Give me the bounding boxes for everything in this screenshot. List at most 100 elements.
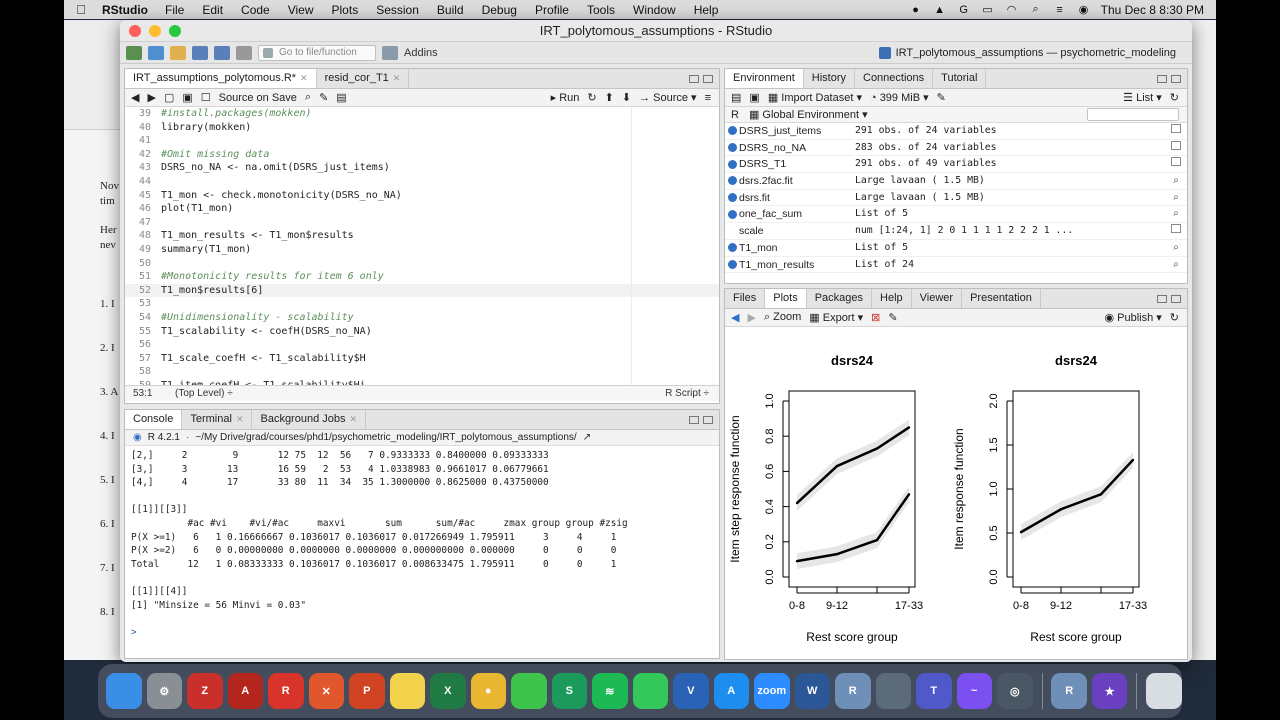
expand-icon[interactable] <box>725 223 739 239</box>
minimize-pane-icon[interactable] <box>1157 74 1167 83</box>
new-file-icon[interactable] <box>126 45 142 60</box>
refresh-icon[interactable]: ↻ <box>1170 91 1187 104</box>
drive-icon[interactable]: ▲ <box>933 4 947 16</box>
close-icon[interactable]: ✕ <box>393 73 401 83</box>
environment-row[interactable]: DSRS_just_items 291 obs. of 24 variables <box>725 123 1187 140</box>
menu-session[interactable]: Session <box>367 3 428 17</box>
project-menu[interactable]: IRT_polytomous_assumptions — psychometri… <box>878 46 1192 59</box>
environment-row[interactable]: dsrs.fit Large lavaan ( 1.5 MB) ⌕ <box>725 190 1187 207</box>
expand-icon[interactable] <box>725 206 739 222</box>
inspect-icon[interactable]: ⌕ <box>1165 190 1187 206</box>
environment-row[interactable]: DSRS_no_NA 283 obs. of 24 variables <box>725 140 1187 157</box>
code-line[interactable]: 54 #Unidimensionality - scalability <box>125 311 719 325</box>
file-type-selector[interactable]: R Script ÷ <box>665 388 719 399</box>
code-line[interactable]: 48 T1_mon_results <- T1_mon$results <box>125 229 719 243</box>
teams-icon[interactable]: T <box>916 673 952 709</box>
memory-usage[interactable]: ◔ 399 MiB ▾ <box>870 91 929 104</box>
expand-icon[interactable] <box>725 240 739 256</box>
maximize-pane-icon[interactable] <box>703 74 713 83</box>
minimize-pane-icon[interactable] <box>689 415 699 424</box>
close-icon[interactable]: ✕ <box>300 73 308 83</box>
finder-icon[interactable] <box>106 673 142 709</box>
print-icon[interactable] <box>236 45 252 60</box>
close-icon[interactable]: ✕ <box>236 414 244 424</box>
imovie-icon[interactable]: ★ <box>1091 673 1128 709</box>
save-icon[interactable] <box>192 45 208 60</box>
rdp-icon[interactable]: R <box>268 673 304 709</box>
menu-help[interactable]: Help <box>685 3 728 17</box>
environment-row[interactable]: one_fac_sum List of 5 ⌕ <box>725 206 1187 224</box>
code-line[interactable]: 44 <box>125 175 719 189</box>
compile-report-icon[interactable]: ▤ <box>336 91 346 104</box>
next-plot-icon[interactable]: ▶ <box>747 311 755 324</box>
apple-icon[interactable]:  <box>64 2 98 17</box>
code-line[interactable]: 42 #Omit missing data <box>125 148 719 162</box>
tab-viewer[interactable]: Viewer <box>912 289 963 308</box>
code-line[interactable]: 56 <box>125 338 719 352</box>
wifi-icon[interactable]: ◠ <box>1005 3 1019 16</box>
menu-build[interactable]: Build <box>428 3 473 17</box>
inspect-icon[interactable]: ⌕ <box>1165 173 1187 189</box>
code-line[interactable]: 45 T1_mon <- check.monotonicity(DSRS_no_N… <box>125 189 719 203</box>
code-line[interactable]: 59T1_item_coefH <- T1_scalability$Hi <box>125 379 719 385</box>
menu-profile[interactable]: Profile <box>526 3 578 17</box>
menu-app-name[interactable]: RStudio <box>98 3 156 17</box>
environment-row[interactable]: T1_mon_results List of 24 ⌕ <box>725 257 1187 274</box>
code-line[interactable]: 40 library(mokken) <box>125 121 719 135</box>
inspect-icon[interactable]: ⌕ <box>1165 206 1187 222</box>
inspect-icon[interactable]: ⌕ <box>1165 240 1187 256</box>
expand-icon[interactable] <box>725 190 739 206</box>
addins-menu[interactable]: Addins <box>404 47 438 59</box>
tab-console[interactable]: Console <box>125 410 183 429</box>
trash-icon[interactable] <box>1146 673 1182 709</box>
save-all-icon[interactable] <box>214 45 230 60</box>
clock[interactable]: Thu Dec 8 8:30 PM <box>1101 3 1204 17</box>
close-icon[interactable]: ✕ <box>349 414 357 424</box>
messenger-icon[interactable]: ~ <box>956 673 992 709</box>
environment-row[interactable]: DSRS_T1 291 obs. of 49 variables <box>725 156 1187 174</box>
siri-icon[interactable]: ◉ <box>1077 3 1091 16</box>
grammarly-icon[interactable]: G <box>957 4 971 16</box>
menu-view[interactable]: View <box>279 3 323 17</box>
code-tools-icon[interactable]: ✎ <box>319 91 328 104</box>
tab-packages[interactable]: Packages <box>807 289 873 308</box>
zotero-icon[interactable]: Z <box>187 673 223 709</box>
zoom-icon[interactable]: zoom <box>754 673 790 709</box>
powerpoint-icon[interactable]: P <box>349 673 385 709</box>
preview-icon[interactable] <box>875 673 911 709</box>
control-center-icon[interactable]: ≡ <box>1053 4 1067 16</box>
expand-icon[interactable] <box>725 140 739 156</box>
refresh-icon[interactable]: ↻ <box>1170 311 1187 324</box>
word-icon[interactable]: W <box>794 673 830 709</box>
run-button[interactable]: ▸ Run <box>551 91 580 104</box>
code-line[interactable]: 53 <box>125 297 719 311</box>
code-line[interactable]: 39 #install.packages(mokken) <box>125 107 719 121</box>
view-data-icon[interactable] <box>1165 140 1187 156</box>
environment-scope-selector[interactable]: ▦ Global Environment ▾ <box>749 108 868 121</box>
spotify-icon[interactable]: ≋ <box>592 673 628 709</box>
save-icon[interactable]: ▣ <box>182 91 192 104</box>
system-settings-icon[interactable]: ⚙ <box>146 673 182 709</box>
environment-search-input[interactable] <box>1087 108 1179 121</box>
minimize-pane-icon[interactable] <box>1157 294 1167 303</box>
inspect-icon[interactable]: ⌕ <box>1165 257 1187 273</box>
acrobat-icon[interactable]: A <box>227 673 263 709</box>
tab-connections[interactable]: Connections <box>855 69 934 88</box>
battery-icon[interactable]: ▭ <box>981 3 995 16</box>
screen-capture-icon[interactable]: ◎ <box>997 673 1033 709</box>
load-workspace-icon[interactable]: ▤ <box>731 91 741 104</box>
vpn-icon[interactable]: V <box>673 673 709 709</box>
menu-tools[interactable]: Tools <box>578 3 624 17</box>
code-line[interactable]: 47 <box>125 216 719 230</box>
clear-plots-icon[interactable]: ✎ <box>888 311 897 324</box>
go-to-directory-icon[interactable]: ↗ <box>583 432 591 443</box>
tab-history[interactable]: History <box>804 69 855 88</box>
rstudio-irt-icon[interactable]: R <box>1051 673 1087 709</box>
tab-tutorial[interactable]: Tutorial <box>933 69 987 88</box>
new-project-icon[interactable] <box>148 45 164 60</box>
code-line[interactable]: 51 #Monotonicity results for item 6 only <box>125 270 719 284</box>
code-line[interactable]: 46 plot(T1_mon) <box>125 202 719 216</box>
tab-presentation[interactable]: Presentation <box>962 289 1041 308</box>
clear-objects-icon[interactable]: ✎ <box>937 91 946 104</box>
menu-code[interactable]: Code <box>232 3 279 17</box>
